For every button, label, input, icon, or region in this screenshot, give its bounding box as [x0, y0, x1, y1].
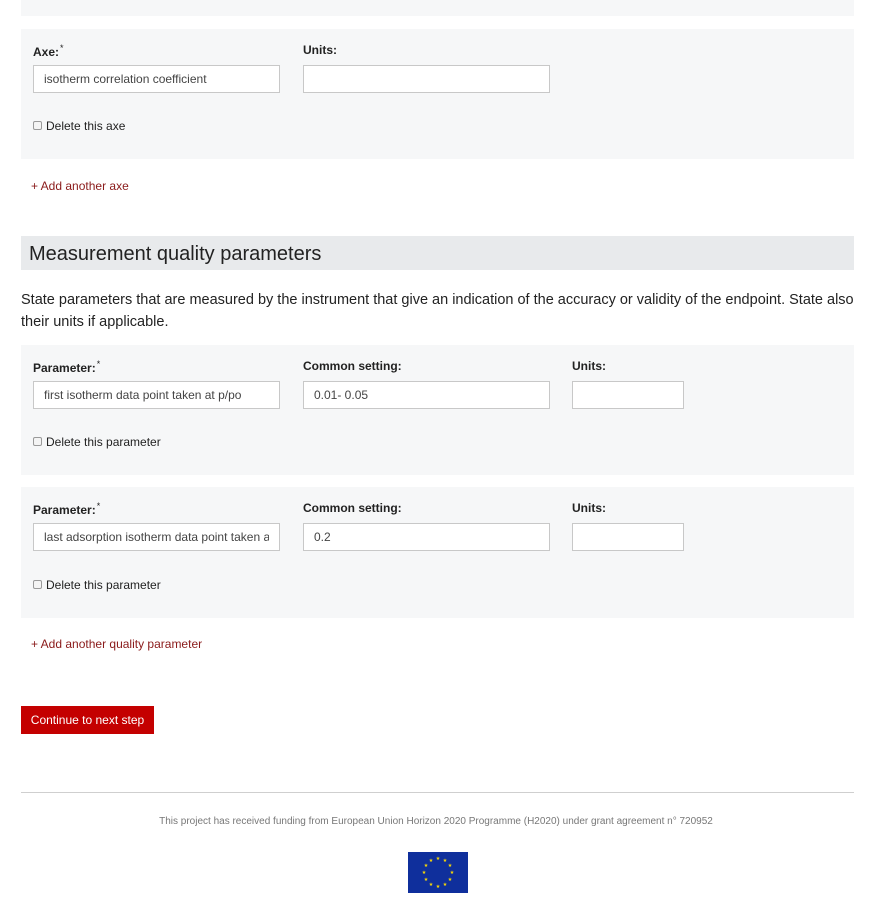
units-input-1[interactable] — [572, 381, 684, 409]
common-setting-input-1[interactable] — [303, 381, 550, 409]
axe-panel — [21, 29, 854, 159]
parameter-input-2[interactable] — [33, 523, 280, 551]
svg-text:★: ★ — [443, 882, 448, 888]
add-another-axe-link[interactable]: + Add another axe — [31, 179, 129, 193]
delete-parameter-checkbox-1[interactable] — [33, 437, 42, 446]
svg-text:★: ★ — [448, 877, 453, 883]
common-setting-label-1: Common setting: — [303, 359, 402, 373]
units-input-2[interactable] — [572, 523, 684, 551]
delete-axe-label: Delete this axe — [46, 119, 126, 133]
units-label-2: Units: — [572, 501, 606, 515]
funding-text: This project has received funding from E… — [159, 816, 713, 827]
svg-text:★: ★ — [424, 877, 429, 883]
svg-text:★: ★ — [450, 870, 455, 876]
delete-parameter-label-1: Delete this parameter — [46, 435, 161, 449]
required-mark: * — [60, 43, 64, 53]
delete-parameter-checkbox-2[interactable] — [33, 580, 42, 589]
footer-divider — [21, 792, 854, 793]
previous-axe-panel — [21, 0, 854, 16]
common-setting-label-2: Common setting: — [303, 501, 402, 515]
continue-button[interactable]: Continue to next step — [21, 706, 154, 734]
svg-text:★: ★ — [436, 856, 441, 862]
axe-input[interactable] — [33, 65, 280, 93]
common-setting-input-2[interactable] — [303, 523, 550, 551]
delete-axe-checkbox[interactable] — [33, 121, 42, 130]
axe-units-label: Units: — [303, 43, 337, 57]
required-mark: * — [96, 359, 101, 369]
svg-text:★: ★ — [429, 858, 434, 864]
parameter-label-2: Parameter:* — [33, 501, 101, 517]
svg-text:★: ★ — [422, 870, 427, 876]
parameter-input-1[interactable] — [33, 381, 280, 409]
axe-label: Axe:* — [33, 43, 64, 59]
svg-text:★: ★ — [436, 884, 441, 890]
eu-flag-icon: ★ ★ ★ ★ ★ ★ ★ ★ ★ ★ ★ ★ — [408, 852, 468, 893]
section-description: State parameters that are measured by th… — [21, 292, 854, 330]
svg-text:★: ★ — [429, 882, 434, 888]
parameter-label-1: Parameter:* — [33, 359, 101, 375]
required-mark: * — [96, 501, 101, 511]
units-label-1: Units: — [572, 359, 606, 373]
parameter-panel-1 — [21, 345, 854, 475]
delete-parameter-label-2: Delete this parameter — [46, 578, 161, 592]
svg-text:★: ★ — [448, 863, 453, 869]
section-title-quality: Measurement quality parameters — [21, 236, 854, 270]
add-another-quality-parameter-link[interactable]: + Add another quality parameter — [31, 637, 202, 651]
parameter-panel-2 — [21, 487, 854, 618]
axe-units-input[interactable] — [303, 65, 550, 93]
